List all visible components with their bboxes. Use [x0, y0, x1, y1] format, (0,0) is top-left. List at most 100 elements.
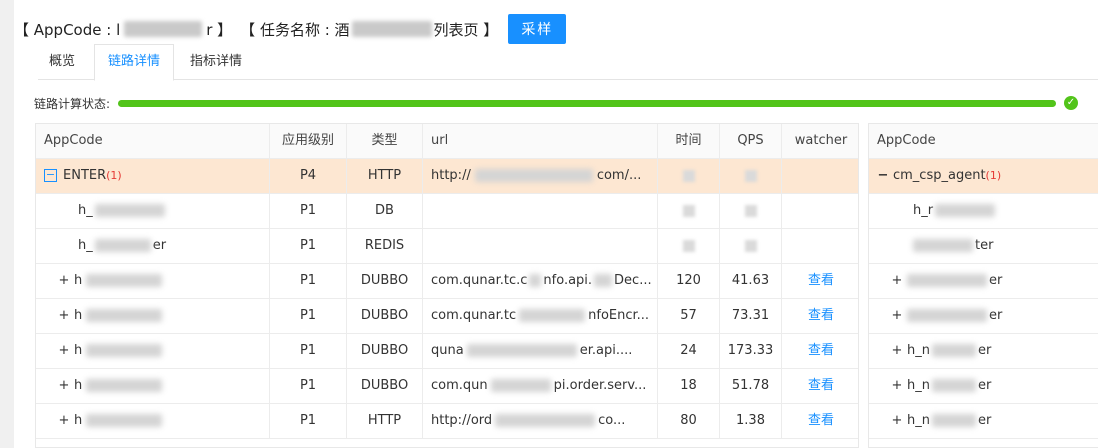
appcode-close: r 】	[206, 20, 233, 39]
row-time: 24	[658, 334, 720, 369]
redacted-url	[474, 169, 593, 182]
side-row[interactable]: + h_n er	[869, 369, 1098, 404]
redacted-appcode	[931, 379, 976, 392]
redacted-appcode	[931, 414, 976, 427]
redacted-appcode	[907, 309, 987, 322]
redacted-value	[682, 239, 695, 252]
side-row[interactable]: − cm_csp_agent(1)	[869, 159, 1098, 194]
row-qps: 1.38	[720, 404, 782, 439]
redacted-appcode	[124, 21, 203, 37]
row-appcode: + h	[36, 404, 270, 439]
row-url: com.qunar.tc.c nfo.api. Dec...	[423, 264, 658, 299]
redacted-value	[744, 169, 757, 182]
plus-icon[interactable]: +	[58, 299, 70, 333]
plus-icon[interactable]: +	[891, 404, 903, 438]
minus-square-icon[interactable]: −	[877, 159, 889, 193]
row-time	[658, 229, 720, 264]
row-level: P4	[270, 159, 347, 194]
watcher-link[interactable]: 查看	[782, 264, 860, 299]
plus-icon[interactable]: +	[58, 404, 70, 438]
redacted-url	[495, 414, 596, 427]
side-appcode-table: AppCode − cm_csp_agent(1) h_r ter + er + er…	[868, 123, 1098, 448]
table-row[interactable]: − ENTER(1) P4 HTTP http://com/...	[36, 159, 858, 194]
row-time: 120	[658, 264, 720, 299]
side-row[interactable]: h_r	[869, 194, 1098, 229]
redacted-value	[744, 239, 757, 252]
row-appcode: + er	[869, 299, 1098, 334]
row-appcode: + h_n er	[869, 404, 1098, 439]
row-level: P1	[270, 369, 347, 404]
redacted-appcode	[86, 344, 163, 357]
side-row[interactable]: ter	[869, 229, 1098, 264]
side-row[interactable]: + h_n er	[869, 334, 1098, 369]
link-detail-table: AppCode 应用级别 类型 url 时间 QPS watcher − ENTE…	[35, 123, 859, 448]
row-type: HTTP	[347, 404, 423, 439]
row-level: P1	[270, 264, 347, 299]
col-type: 类型	[347, 124, 423, 159]
row-type: DUBBO	[347, 299, 423, 334]
row-url: com.qunar.tc nfoEncr...	[423, 299, 658, 334]
appcode-label: 【 AppCode : l	[14, 20, 121, 39]
redacted-url	[529, 274, 542, 287]
tab-overview[interactable]: 概览	[38, 44, 86, 80]
table-row[interactable]: + h P1 DUBBO com.qun pi.order.serv... 18 5…	[36, 369, 858, 404]
redacted-value	[682, 204, 695, 217]
plus-icon[interactable]: +	[58, 264, 70, 298]
row-appcode: + h	[36, 299, 270, 334]
watcher-link[interactable]: 查看	[782, 299, 860, 334]
row-type: DUBBO	[347, 334, 423, 369]
row-appcode: − cm_csp_agent(1)	[869, 159, 1098, 194]
plus-icon[interactable]: +	[891, 369, 903, 403]
table-row[interactable]: + h P1 DUBBO com.qunar.tc nfoEncr... 57 73…	[36, 299, 858, 334]
row-time: 18	[658, 369, 720, 404]
redacted-appcode	[907, 274, 987, 287]
redacted-appcode	[86, 379, 163, 392]
watcher-link[interactable]: 查看	[782, 369, 860, 404]
plus-icon[interactable]: +	[891, 334, 903, 368]
table-row[interactable]: + h P1 HTTP http://ord co... 80 1.38 查看	[36, 404, 858, 439]
plus-icon[interactable]: +	[891, 264, 903, 298]
col-appcode: AppCode	[877, 133, 936, 148]
page: 【 AppCode : l r 】 【 任务名称 : 酒 列表页 】 采样 概览…	[14, 0, 1098, 448]
row-time: 80	[658, 404, 720, 439]
plus-icon[interactable]: +	[58, 369, 70, 403]
check-circle-icon: ✓	[1064, 96, 1078, 110]
table-row[interactable]: + h P1 DUBBO quna er.api.... 24 173.33 查看	[36, 334, 858, 369]
row-level: P1	[270, 194, 347, 229]
side-row[interactable]: + er	[869, 264, 1098, 299]
task-header: 【 AppCode : l r 】 【 任务名称 : 酒 列表页 】 采样	[14, 14, 567, 44]
table-row[interactable]: + h P1 DUBBO com.qunar.tc.c nfo.api. Dec...…	[36, 264, 858, 299]
side-row[interactable]: + h_n er	[869, 404, 1098, 439]
sample-button[interactable]: 采样	[508, 14, 567, 44]
table-row[interactable]: h_ P1 DB	[36, 194, 858, 229]
plus-icon[interactable]: +	[58, 334, 70, 368]
tab-bar: 概览 链路详情 指标详情	[38, 44, 1098, 81]
row-appcode: + h_n er	[869, 369, 1098, 404]
task-name-label: 【 任务名称 : 酒	[240, 20, 350, 39]
row-url: com.qun pi.order.serv...	[423, 369, 658, 404]
row-watcher	[782, 159, 860, 194]
redacted-appcode	[913, 239, 973, 252]
calc-progress-fill	[118, 100, 1056, 107]
row-url: http://com/...	[423, 159, 658, 194]
row-level: P1	[270, 229, 347, 264]
plus-icon[interactable]: +	[891, 299, 903, 333]
col-appcode: AppCode	[36, 124, 270, 159]
row-appcode: h_r	[869, 194, 1098, 229]
minus-square-icon[interactable]: −	[44, 169, 57, 182]
row-qps: 173.33	[720, 334, 782, 369]
tab-metric-detail[interactable]: 指标详情	[175, 44, 257, 80]
row-appcode: + h	[36, 369, 270, 404]
col-watcher: watcher	[794, 133, 848, 148]
side-row[interactable]: + er	[869, 299, 1098, 334]
table-row[interactable]: h_ er P1 REDIS	[36, 229, 858, 264]
watcher-link[interactable]: 查看	[782, 334, 860, 369]
calc-progress-track	[118, 100, 1056, 107]
watcher-link[interactable]: 查看	[782, 404, 860, 439]
col-time: 时间	[658, 124, 720, 159]
row-level: P1	[270, 299, 347, 334]
row-time: 57	[658, 299, 720, 334]
tab-link-detail[interactable]: 链路详情	[94, 44, 174, 81]
redacted-appcode	[935, 204, 996, 217]
row-qps: 51.78	[720, 369, 782, 404]
